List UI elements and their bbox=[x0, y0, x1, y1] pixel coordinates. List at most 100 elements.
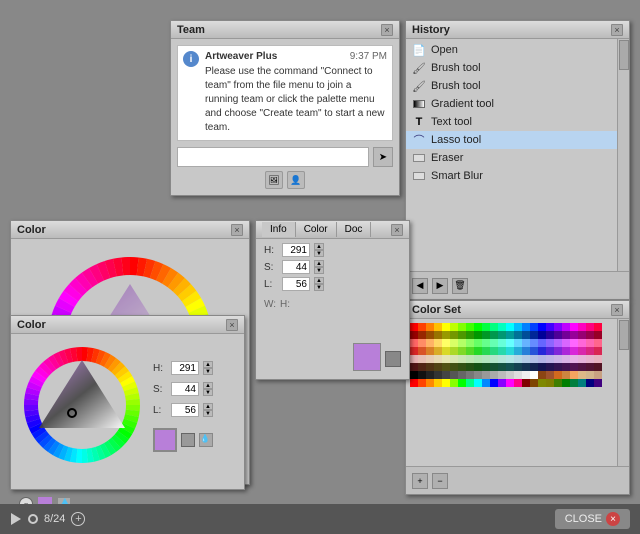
color-cell[interactable] bbox=[506, 371, 514, 379]
color-cell[interactable] bbox=[466, 323, 474, 331]
color-cell[interactable] bbox=[458, 371, 466, 379]
color-cell[interactable] bbox=[514, 331, 522, 339]
color-cell[interactable] bbox=[538, 347, 546, 355]
color-cell[interactable] bbox=[506, 323, 514, 331]
color-cell[interactable] bbox=[586, 363, 594, 371]
colorset-delete-button[interactable]: − bbox=[432, 473, 448, 489]
color-cell[interactable] bbox=[530, 355, 538, 363]
color-cell[interactable] bbox=[586, 339, 594, 347]
color-cell[interactable] bbox=[514, 323, 522, 331]
info-l-input[interactable] bbox=[282, 277, 310, 291]
history-item[interactable]: 📄Open bbox=[406, 41, 629, 59]
color-cell[interactable] bbox=[450, 331, 458, 339]
color-cell[interactable] bbox=[474, 347, 482, 355]
color-cell[interactable] bbox=[514, 339, 522, 347]
color-small-bg-swatch[interactable] bbox=[181, 433, 195, 447]
color-cell[interactable] bbox=[506, 363, 514, 371]
color-cell[interactable] bbox=[490, 347, 498, 355]
color-cell[interactable] bbox=[562, 371, 570, 379]
color-cell[interactable] bbox=[482, 331, 490, 339]
color-cell[interactable] bbox=[482, 323, 490, 331]
color-cell[interactable] bbox=[546, 323, 554, 331]
color-cell[interactable] bbox=[586, 323, 594, 331]
color-cell[interactable] bbox=[498, 371, 506, 379]
color-cell[interactable] bbox=[426, 331, 434, 339]
color-cell[interactable] bbox=[490, 379, 498, 387]
color-cell[interactable] bbox=[458, 339, 466, 347]
color-cell[interactable] bbox=[450, 363, 458, 371]
color-cell[interactable] bbox=[514, 355, 522, 363]
history-scrollbar[interactable] bbox=[617, 39, 629, 271]
color-cell[interactable] bbox=[594, 331, 602, 339]
color-cell[interactable] bbox=[578, 347, 586, 355]
history-item[interactable]: 🖌Brush tool bbox=[406, 59, 629, 77]
color-cell[interactable] bbox=[442, 331, 450, 339]
color-cell[interactable] bbox=[506, 331, 514, 339]
color-cell[interactable] bbox=[482, 371, 490, 379]
color-cell[interactable] bbox=[434, 331, 442, 339]
color-cell[interactable] bbox=[578, 379, 586, 387]
color-cell[interactable] bbox=[474, 379, 482, 387]
info-l-down[interactable]: ▼ bbox=[314, 284, 324, 291]
color-cell[interactable] bbox=[578, 363, 586, 371]
color-cell[interactable] bbox=[442, 363, 450, 371]
color-cell[interactable] bbox=[562, 331, 570, 339]
color-small-s-up[interactable]: ▲ bbox=[203, 382, 213, 389]
color-cell[interactable] bbox=[498, 323, 506, 331]
color-small-l-down[interactable]: ▼ bbox=[203, 410, 213, 417]
color-cell[interactable] bbox=[410, 323, 418, 331]
color-cell[interactable] bbox=[482, 355, 490, 363]
color-cell[interactable] bbox=[554, 363, 562, 371]
color-cell[interactable] bbox=[514, 363, 522, 371]
color-cell[interactable] bbox=[538, 363, 546, 371]
tab-doc[interactable]: Doc bbox=[337, 222, 372, 237]
color-cell[interactable] bbox=[442, 355, 450, 363]
color-cell[interactable] bbox=[586, 347, 594, 355]
color-cell[interactable] bbox=[418, 371, 426, 379]
info-s-input[interactable] bbox=[282, 260, 310, 274]
team-send-button[interactable]: ➤ bbox=[373, 147, 393, 167]
color-cell[interactable] bbox=[562, 363, 570, 371]
color-small-h-input[interactable] bbox=[171, 361, 199, 375]
color-cell[interactable] bbox=[546, 379, 554, 387]
color-cell[interactable] bbox=[458, 331, 466, 339]
tab-color[interactable]: Color bbox=[296, 222, 337, 237]
color-cell[interactable] bbox=[410, 331, 418, 339]
color-cell[interactable] bbox=[442, 347, 450, 355]
colorset-add-button[interactable]: + bbox=[412, 473, 428, 489]
color-cell[interactable] bbox=[506, 355, 514, 363]
info-fg-swatch[interactable] bbox=[353, 343, 381, 371]
color-cell[interactable] bbox=[522, 331, 530, 339]
info-s-up[interactable]: ▲ bbox=[314, 260, 324, 267]
color-cell[interactable] bbox=[594, 371, 602, 379]
color-small-dropper[interactable]: 💧 bbox=[199, 433, 213, 447]
color-cell[interactable] bbox=[546, 347, 554, 355]
color-cell[interactable] bbox=[450, 379, 458, 387]
info-h-down[interactable]: ▼ bbox=[314, 250, 324, 257]
color-cell[interactable] bbox=[578, 371, 586, 379]
color-cell[interactable] bbox=[562, 339, 570, 347]
color-cell[interactable] bbox=[482, 339, 490, 347]
color-cell[interactable] bbox=[522, 363, 530, 371]
color-cell[interactable] bbox=[522, 379, 530, 387]
color-cell[interactable] bbox=[426, 323, 434, 331]
color-cell[interactable] bbox=[578, 355, 586, 363]
color-cell[interactable] bbox=[498, 355, 506, 363]
color-cell[interactable] bbox=[514, 371, 522, 379]
colorset-scrollbar[interactable] bbox=[617, 319, 629, 466]
color-cell[interactable] bbox=[434, 371, 442, 379]
info-h-input[interactable] bbox=[282, 243, 310, 257]
team-icon-btn-1[interactable]: 🖼 bbox=[265, 171, 283, 189]
color-cell[interactable] bbox=[458, 379, 466, 387]
color-small-h-down[interactable]: ▼ bbox=[203, 368, 213, 375]
color-cell[interactable] bbox=[594, 339, 602, 347]
color-cell[interactable] bbox=[498, 339, 506, 347]
history-item[interactable]: TText tool bbox=[406, 113, 629, 131]
color-cell[interactable] bbox=[586, 355, 594, 363]
color-cell[interactable] bbox=[434, 347, 442, 355]
color-cell[interactable] bbox=[466, 363, 474, 371]
color-cell[interactable] bbox=[546, 371, 554, 379]
color-large-close[interactable]: × bbox=[231, 224, 243, 236]
history-item[interactable]: Smart Blur bbox=[406, 167, 629, 185]
color-cell[interactable] bbox=[418, 379, 426, 387]
